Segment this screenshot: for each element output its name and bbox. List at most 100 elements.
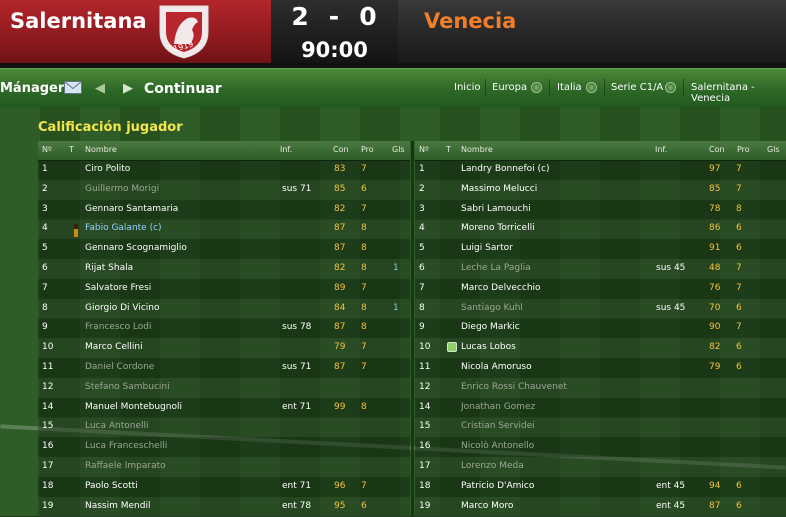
table-row[interactable]: 3 Gennaro Santamaria 82 7 <box>38 199 410 220</box>
table-row[interactable]: 12 Stefano Sambucini <box>38 377 410 398</box>
table-row[interactable]: 4 Moreno Torricelli 86 6 <box>415 219 786 240</box>
player-name[interactable]: Gennaro Santamaria <box>85 204 178 214</box>
breadcrumb-dropdown-icon[interactable] <box>586 82 597 93</box>
table-row[interactable]: 7 Marco Delvecchio 76 7 <box>415 278 786 299</box>
player-name[interactable]: Massimo Melucci <box>461 184 537 194</box>
col-gls[interactable]: Gls <box>392 145 405 154</box>
col-name[interactable]: Nombre <box>461 145 493 154</box>
col-name[interactable]: Nombre <box>85 145 117 154</box>
player-name[interactable]: Lorenzo Meda <box>461 461 524 471</box>
table-row[interactable]: 4 Fabio Galante (c) 87 8 <box>38 219 410 240</box>
player-name[interactable]: Landry Bonnefoi (c) <box>461 164 549 174</box>
player-name[interactable]: Daniel Cordone <box>85 362 154 372</box>
breadcrumb-dropdown-icon[interactable] <box>665 82 676 93</box>
player-name[interactable]: Manuel Montebugnoli <box>85 402 182 412</box>
player-name[interactable]: Marco Moro <box>461 501 513 511</box>
player-name[interactable]: Luca Antonelli <box>85 421 149 431</box>
table-row[interactable]: 7 Salvatore Fresi 89 7 <box>38 278 410 299</box>
breadcrumb-inicio[interactable]: Inicio <box>454 82 480 93</box>
player-name[interactable]: Diego Markic <box>461 322 520 332</box>
table-row[interactable]: 9 Diego Markic 90 7 <box>415 318 786 339</box>
col-num[interactable]: Nº <box>419 145 429 154</box>
col-num[interactable]: Nº <box>42 145 52 154</box>
table-row[interactable]: 5 Gennaro Scognamiglio 87 8 <box>38 239 410 260</box>
breadcrumb-dropdown-icon[interactable] <box>531 82 542 93</box>
col-con[interactable]: Con <box>709 145 725 154</box>
table-row[interactable]: 15 Luca Antonelli <box>38 417 410 438</box>
player-name[interactable]: Nicolò Antonello <box>461 441 534 451</box>
player-name[interactable]: Ciro Polito <box>85 164 130 174</box>
player-name[interactable]: Moreno Torricelli <box>461 223 535 233</box>
player-name[interactable]: Guillermo Morigi <box>85 184 159 194</box>
player-name[interactable]: Gennaro Scognamiglio <box>85 243 187 253</box>
player-name[interactable]: Francesco Lodi <box>85 322 152 332</box>
away-team-name[interactable]: Venecia <box>424 9 516 33</box>
player-name[interactable]: Raffaele Imparato <box>85 461 166 471</box>
player-name[interactable]: Salvatore Fresi <box>85 283 151 293</box>
player-name[interactable]: Luca Franceschelli <box>85 441 167 451</box>
col-inf[interactable]: Inf. <box>655 145 667 154</box>
table-row[interactable]: 16 Nicolò Antonello <box>415 437 786 458</box>
table-row[interactable]: 19 Marco Moro ent 45 87 6 <box>415 496 786 517</box>
table-row[interactable]: 8 Santiago Kuhl sus 45 70 6 <box>415 298 786 319</box>
table-row[interactable]: 5 Luigi Sartor 91 6 <box>415 239 786 260</box>
player-name[interactable]: Lucas Lobos <box>461 342 516 352</box>
col-gls[interactable]: Gls <box>767 145 780 154</box>
player-name[interactable]: Enrico Rossi Chauvenet <box>461 382 567 392</box>
player-name[interactable]: Cristian Servidei <box>461 421 535 431</box>
player-name[interactable]: Fabio Galante (c) <box>85 223 162 233</box>
table-row[interactable]: 10 Lucas Lobos 82 6 <box>415 338 786 359</box>
table-row[interactable]: 17 Lorenzo Meda <box>415 457 786 477</box>
table-row[interactable]: 3 Sabri Lamouchi 78 8 <box>415 199 786 220</box>
breadcrumb-serie[interactable]: Serie C1/A <box>611 82 663 93</box>
player-name[interactable]: Leche La Paglia <box>461 263 531 273</box>
player-name[interactable]: Nicola Amoruso <box>461 362 532 372</box>
table-row[interactable]: 6 Rijat Shala 82 8 1 <box>38 259 410 279</box>
player-name[interactable]: Rijat Shala <box>85 263 133 273</box>
table-row[interactable]: 1 Landry Bonnefoi (c) 97 7 <box>415 160 786 180</box>
table-row[interactable]: 8 Giorgio Di Vicino 84 8 1 <box>38 298 410 319</box>
col-t[interactable]: T <box>446 145 451 154</box>
player-name[interactable]: Stefano Sambucini <box>85 382 170 392</box>
player-name[interactable]: Jonathan Gomez <box>461 402 535 412</box>
table-row[interactable]: 16 Luca Franceschelli <box>38 437 410 458</box>
table-row[interactable]: 2 Guillermo Morigi sus 71 85 6 <box>38 179 410 200</box>
player-name[interactable]: Paolo Scotti <box>85 481 138 491</box>
table-row[interactable]: 10 Marco Cellini 79 7 <box>38 338 410 359</box>
table-row[interactable]: 19 Nassim Mendil ent 78 95 6 <box>38 496 410 517</box>
table-row[interactable]: 11 Nicola Amoruso 79 6 <box>415 358 786 378</box>
breadcrumb-europa[interactable]: Europa <box>492 82 527 93</box>
player-name[interactable]: Nassim Mendil <box>85 501 150 511</box>
table-row[interactable]: 9 Francesco Lodi sus 78 87 8 <box>38 318 410 339</box>
table-row[interactable]: 18 Paolo Scotti ent 71 96 7 <box>38 476 410 497</box>
table-row[interactable]: 6 Leche La Paglia sus 45 48 7 <box>415 259 786 279</box>
breadcrumb-match[interactable]: Salernitana - Venecia <box>691 82 786 104</box>
breadcrumb-italia[interactable]: Italia <box>557 82 582 93</box>
player-name[interactable]: Santiago Kuhl <box>461 303 523 313</box>
arrow-right-icon[interactable]: ▶ <box>123 81 133 96</box>
col-con[interactable]: Con <box>333 145 349 154</box>
table-row[interactable]: 15 Cristian Servidei <box>415 417 786 438</box>
table-row[interactable]: 17 Raffaele Imparato <box>38 457 410 477</box>
player-name[interactable]: Marco Delvecchio <box>461 283 541 293</box>
player-name[interactable]: Luigi Sartor <box>461 243 513 253</box>
arrow-left-icon[interactable]: ◀ <box>95 81 105 96</box>
continue-button[interactable]: Continuar <box>144 81 222 97</box>
manager-menu[interactable]: Mánager <box>0 81 64 96</box>
player-name[interactable]: Marco Cellini <box>85 342 143 352</box>
player-name[interactable]: Giorgio Di Vicino <box>85 303 160 313</box>
table-row[interactable]: 14 Manuel Montebugnoli ent 71 99 8 <box>38 397 410 418</box>
table-row[interactable]: 12 Enrico Rossi Chauvenet <box>415 377 786 398</box>
col-pro[interactable]: Pro <box>737 145 750 154</box>
table-row[interactable]: 2 Massimo Melucci 85 7 <box>415 179 786 200</box>
col-pro[interactable]: Pro <box>361 145 374 154</box>
col-inf[interactable]: Inf. <box>280 145 292 154</box>
table-row[interactable]: 1 Ciro Polito 83 7 <box>38 160 410 180</box>
table-row[interactable]: 11 Daniel Cordone sus 71 87 7 <box>38 358 410 378</box>
col-t[interactable]: T <box>69 145 74 154</box>
player-name[interactable]: Patricio D'Amico <box>461 481 534 491</box>
envelope-icon[interactable] <box>64 80 82 95</box>
player-name[interactable]: Sabri Lamouchi <box>461 204 531 214</box>
home-team-name[interactable]: Salernitana <box>10 9 147 33</box>
table-row[interactable]: 18 Patricio D'Amico ent 45 94 6 <box>415 476 786 497</box>
